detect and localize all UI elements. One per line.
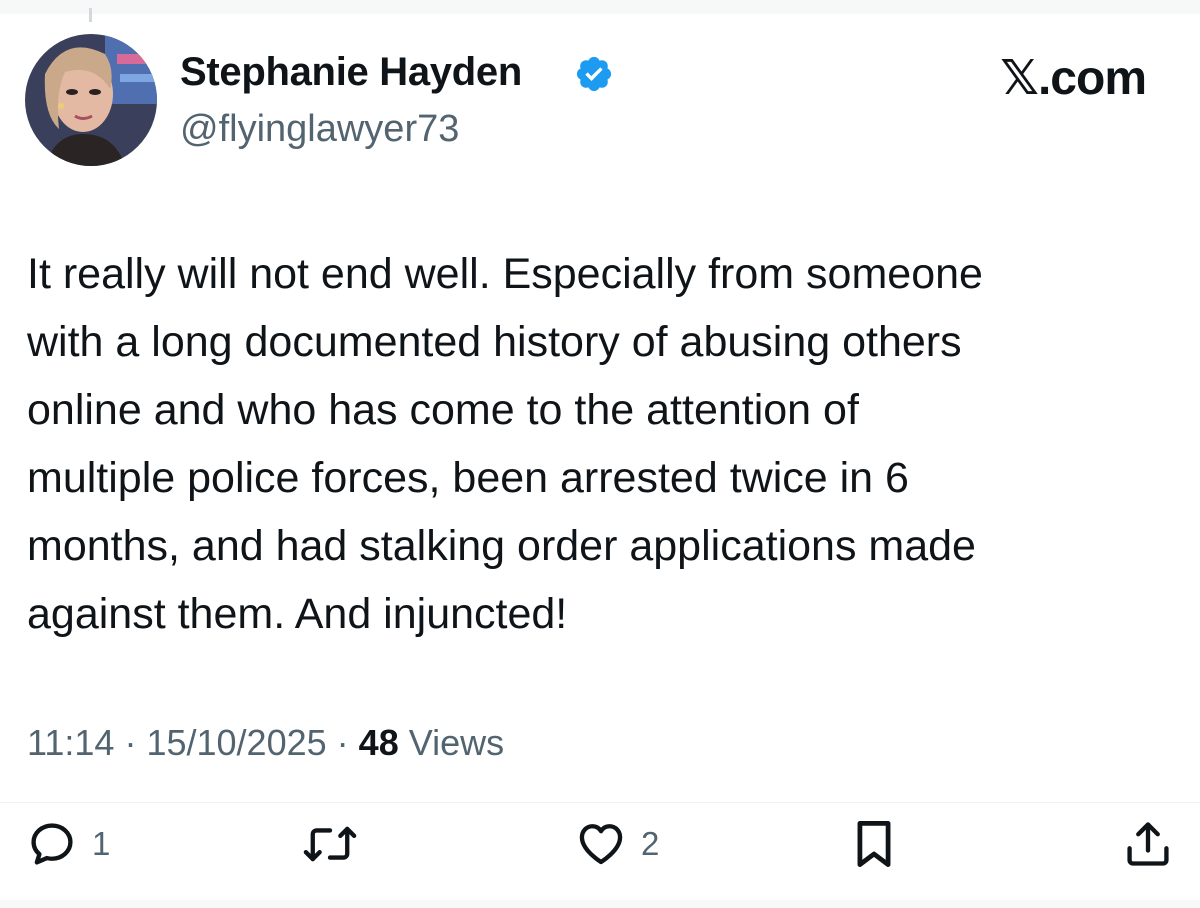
tweet-date[interactable]: 15/10/2025: [146, 722, 326, 763]
avatar-photo: [25, 34, 157, 166]
share-button[interactable]: [1122, 818, 1174, 870]
avatar[interactable]: [25, 34, 157, 166]
bookmark-button[interactable]: [848, 818, 900, 870]
meta-separator: ·: [336, 722, 349, 763]
like-count: 2: [641, 825, 660, 862]
like-heart-icon: [579, 824, 623, 865]
author-handle[interactable]: @flyinglawyer73: [180, 108, 459, 151]
reply-button[interactable]: 1: [26, 818, 110, 870]
retweet-button[interactable]: [302, 818, 358, 870]
brand-logo: 𝕏.com: [1000, 52, 1147, 105]
share-icon: [1127, 822, 1169, 866]
bookmark-icon: [857, 821, 891, 867]
author-display-name[interactable]: Stephanie Hayden: [180, 50, 522, 95]
bottom-edge: [0, 900, 1200, 908]
reply-icon: [31, 823, 73, 865]
reply-count: 1: [92, 825, 111, 862]
divider: [0, 802, 1200, 803]
meta-separator: ·: [124, 722, 137, 763]
views-label: Views: [408, 722, 505, 763]
tweet-text: It really will not end well. Especially …: [27, 250, 983, 638]
scroll-marker: [89, 8, 92, 22]
tweet-meta: 11:14 · 15/10/2025 · 48 Views: [27, 722, 504, 764]
like-button[interactable]: 2: [575, 818, 659, 870]
tweet-time[interactable]: 11:14: [27, 722, 114, 763]
verified-badge-icon: [576, 56, 612, 92]
retweet-icon: [303, 826, 357, 862]
top-edge: [0, 0, 1200, 14]
views-count: 48: [358, 722, 399, 763]
